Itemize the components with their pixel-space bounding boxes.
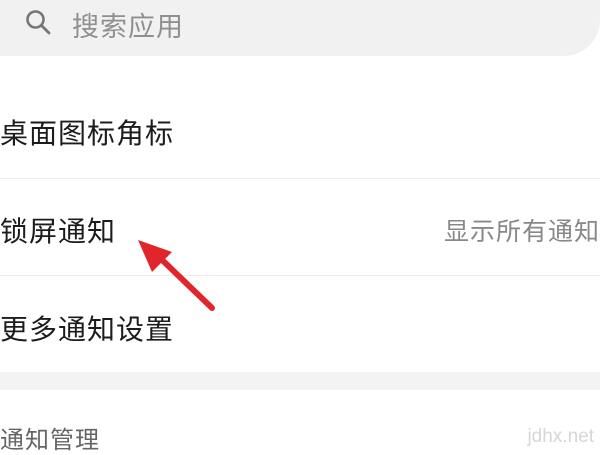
row-desktop-icon-badge-label: 桌面图标角标: [0, 117, 175, 150]
row-lockscreen-notification[interactable]: 锁屏通知 显示所有通知: [0, 179, 600, 275]
search-icon: [26, 10, 51, 35]
watermark: jdhx.net: [527, 426, 594, 447]
row-more-notification-settings-label: 更多通知设置: [0, 313, 175, 346]
search-bar[interactable]: 搜索应用: [0, 0, 600, 56]
row-more-notification-settings[interactable]: 更多通知设置: [0, 276, 600, 372]
row-lockscreen-notification-value: 显示所有通知: [443, 217, 600, 246]
search-placeholder: 搜索应用: [72, 12, 184, 43]
row-desktop-icon-badge[interactable]: 桌面图标角标: [0, 80, 600, 178]
section-gap: [0, 372, 600, 390]
row-lockscreen-notification-label: 锁屏通知: [0, 215, 117, 248]
